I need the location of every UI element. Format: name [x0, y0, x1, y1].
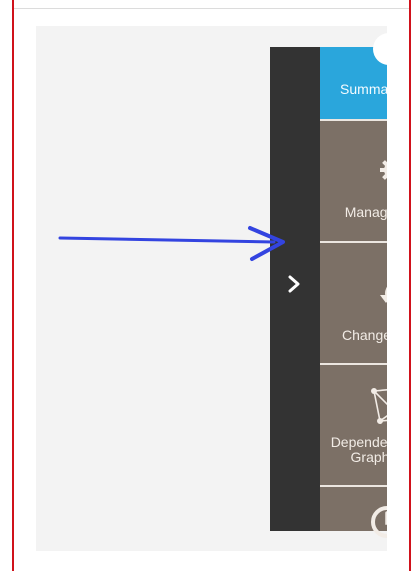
frame-border-right [409, 0, 411, 571]
clock-icon [371, 506, 387, 538]
sidebar-item-label-line1: Dependency [330, 434, 387, 450]
sidebar-item-label: Dependency Graph [320, 435, 387, 465]
undo-icon [380, 286, 387, 303]
sidebar-item-dependency-graph[interactable]: Dependency Graph [320, 365, 387, 485]
top-divider [14, 8, 409, 9]
sidebar-item-history[interactable] [320, 487, 387, 538]
screenshot-frame: Summary [0, 0, 415, 571]
sidebar-item-label: Changes [341, 327, 387, 343]
sidebar-item-label: Summary [340, 81, 387, 97]
chevron-right-icon [288, 275, 300, 293]
app-canvas: Summary [36, 26, 387, 551]
sidebar-item-label-line2: Graph [350, 449, 387, 465]
sidebar-item-changes[interactable]: Changes [320, 243, 387, 363]
network-graph-icon [371, 388, 387, 424]
sidebar-item-summary[interactable]: Summary [320, 33, 387, 119]
sidebar-item-manage[interactable]: Manage [320, 121, 387, 241]
summary-icon [373, 33, 387, 65]
sidebar-collapse-toggle[interactable] [270, 47, 320, 531]
frame-border-left [12, 0, 14, 571]
gears-icon [380, 160, 387, 180]
sidebar-nav: Summary [320, 33, 387, 538]
sidebar-item-label: Manage [344, 204, 387, 220]
